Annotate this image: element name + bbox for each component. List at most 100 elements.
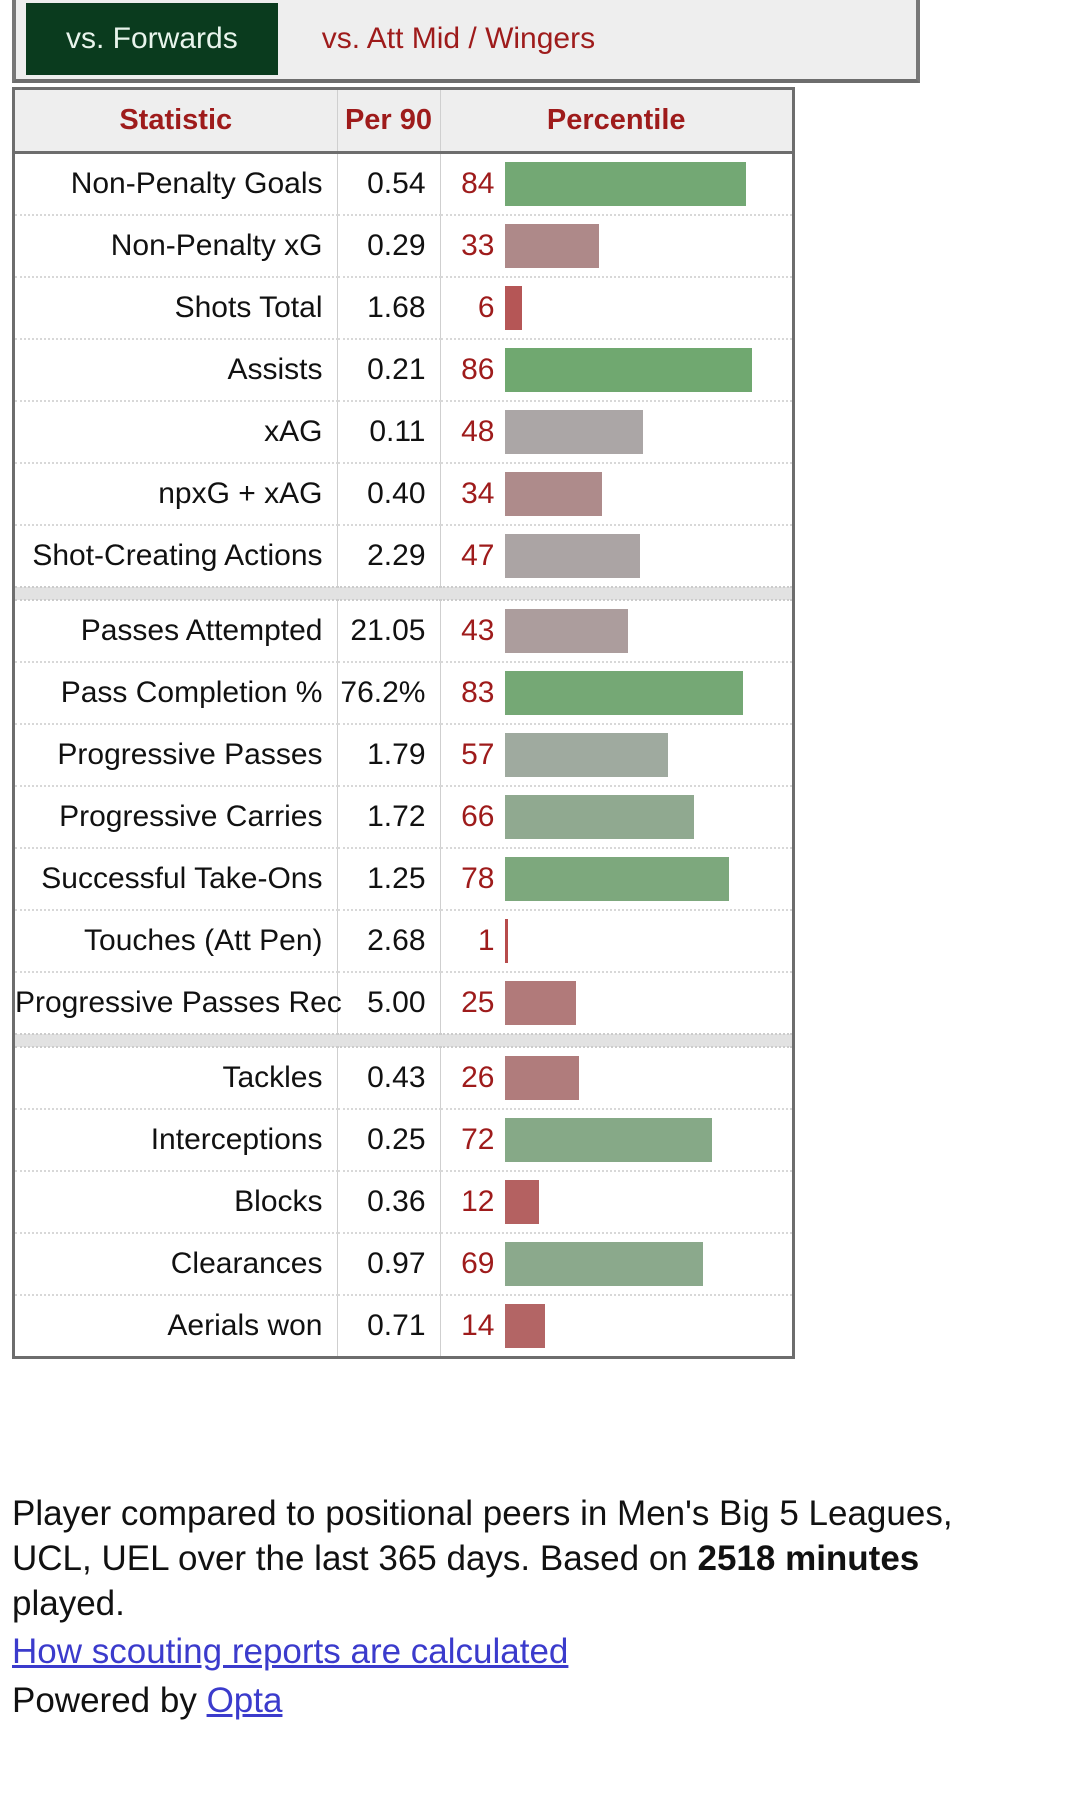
cell-per90: 2.29 [337, 524, 441, 587]
percentile-value: 12 [461, 1184, 495, 1218]
percentile-bar [504, 856, 729, 901]
percentile-bar [504, 1241, 703, 1286]
percentile-value: 6 [477, 290, 495, 324]
percentile-value: 14 [461, 1308, 495, 1342]
percentile-bar [504, 471, 603, 516]
percentile-cell-inner: 25 [441, 973, 793, 1033]
table-row: Passes Attempted 21.05 43 [15, 599, 792, 663]
cell-percentile: 83 [440, 661, 792, 725]
percentile-bar [504, 1179, 539, 1224]
percentile-bar-track [504, 464, 793, 524]
percentile-bar [504, 1055, 580, 1100]
cell-statistic: Shots Total [15, 276, 338, 340]
cell-statistic: Progressive Passes Rec [15, 971, 342, 1034]
percentile-value: 25 [461, 985, 495, 1019]
tab-vs-forwards[interactable]: vs. Forwards [26, 3, 278, 75]
percentile-cell-inner: 86 [441, 340, 793, 400]
cell-per90: 5.00 [337, 971, 441, 1034]
cell-per90: 0.21 [337, 338, 441, 402]
table-row: Aerials won 0.71 14 [15, 1294, 792, 1356]
cell-per90: 0.29 [337, 214, 441, 278]
table-row: Progressive Passes 1.79 57 [15, 723, 793, 787]
percentile-value: 86 [461, 352, 495, 386]
cell-percentile: 34 [440, 462, 793, 526]
cell-statistic: Successful Take-Ons [15, 847, 338, 911]
percentile-bar-track [504, 787, 793, 847]
powered-by-row: Powered by Opta [12, 1679, 1022, 1724]
cell-statistic: Non-Penalty Goals [15, 152, 338, 216]
tab-label: vs. Att Mid / Wingers [321, 22, 596, 55]
table-row: Non-Penalty Goals 0.54 84 [15, 152, 793, 216]
cell-percentile: 14 [440, 1295, 792, 1356]
percentile-bar [504, 794, 695, 839]
cell-statistic: Touches (Att Pen) [15, 909, 338, 973]
percentile-bar-track [504, 1048, 793, 1108]
percentile-value: 48 [461, 414, 495, 448]
percentile-cell-inner: 26 [441, 1048, 793, 1108]
percentile-value: 34 [461, 476, 495, 510]
cell-statistic: Blocks [15, 1170, 338, 1234]
percentile-cell-inner: 12 [441, 1172, 793, 1232]
table-header: Statistic Per 90 Percentile [15, 90, 792, 154]
tab-strip: vs. Forwards vs. Att Mid / Wingers [12, 0, 920, 83]
column-header-per90: Per 90 [337, 90, 441, 154]
percentile-cell-inner: 57 [441, 725, 793, 785]
table-body: Non-Penalty Goals 0.54 84 Non-Penalty xG 0.2… [15, 152, 792, 1356]
percentile-cell-inner: 84 [441, 154, 793, 214]
cell-per90: 0.25 [337, 1108, 441, 1172]
table-row: Progressive Carries 1.72 66 [15, 785, 793, 849]
footer-notes: Player compared to positional peers in M… [12, 1492, 1022, 1726]
cell-percentile: 72 [440, 1108, 792, 1172]
percentile-bar-track [504, 154, 793, 214]
cell-percentile: 57 [440, 723, 793, 787]
table-row: Blocks 0.36 12 [15, 1170, 793, 1234]
percentile-bar-track [504, 340, 793, 400]
tab-label: vs. Forwards [66, 22, 238, 55]
column-header-statistic: Statistic [15, 90, 338, 154]
percentile-bar-track [504, 402, 793, 462]
column-header-percentile: Percentile [440, 90, 792, 154]
percentile-value: 57 [461, 737, 495, 771]
percentile-bar [504, 223, 600, 268]
percentile-bar-track [504, 1172, 793, 1232]
percentile-cell-inner: 14 [441, 1296, 793, 1356]
opta-link[interactable]: Opta [207, 1681, 283, 1720]
cell-statistic: Non-Penalty xG [15, 214, 338, 278]
cell-percentile: 48 [440, 400, 793, 464]
cell-percentile: 84 [440, 152, 793, 216]
calculation-link-row: How scouting reports are calculated [12, 1630, 1022, 1675]
cell-statistic: Clearances [15, 1232, 338, 1296]
cell-statistic: Aerials won [15, 1294, 338, 1356]
cell-percentile: 1 [440, 909, 793, 973]
percentile-bar-track [504, 725, 793, 785]
cell-statistic: Passes Attempted [15, 599, 338, 663]
cell-per90: 0.43 [337, 1046, 441, 1110]
cell-statistic: Assists [15, 338, 338, 402]
percentile-bar [504, 347, 752, 392]
cell-statistic: Progressive Carries [15, 785, 338, 849]
percentile-bar [504, 980, 577, 1025]
percentile-bar [504, 285, 522, 330]
percentile-value: 1 [477, 923, 495, 957]
table-row: Pass Completion % 76.2% 83 [15, 661, 792, 725]
table-row: Tackles 0.43 26 [15, 1046, 793, 1110]
percentile-bar [504, 1303, 545, 1348]
tab-vs-att-mid-wingers[interactable]: vs. Att Mid / Wingers [292, 3, 625, 75]
percentile-value: 33 [461, 228, 495, 262]
how-scouting-reports-are-calculated-link[interactable]: How scouting reports are calculated [12, 1632, 568, 1671]
percentile-bar [504, 670, 744, 715]
scouting-table-container: Statistic Per 90 Percentile Non-Penalty … [12, 87, 795, 1359]
cell-per90: 0.11 [337, 400, 441, 464]
cell-percentile: 6 [440, 276, 792, 340]
percentile-bar-track [504, 911, 793, 971]
percentile-bar [504, 732, 669, 777]
percentile-value: 43 [461, 613, 495, 647]
table-row: Assists 0.21 86 [15, 338, 793, 402]
percentile-bar-track [504, 526, 793, 586]
percentile-bar-track [504, 1296, 793, 1356]
percentile-value: 26 [461, 1060, 495, 1094]
percentile-cell-inner: 78 [441, 849, 793, 909]
percentile-value: 66 [461, 799, 495, 833]
percentile-value: 47 [461, 538, 495, 572]
table-row: Touches (Att Pen) 2.68 1 [15, 909, 793, 973]
